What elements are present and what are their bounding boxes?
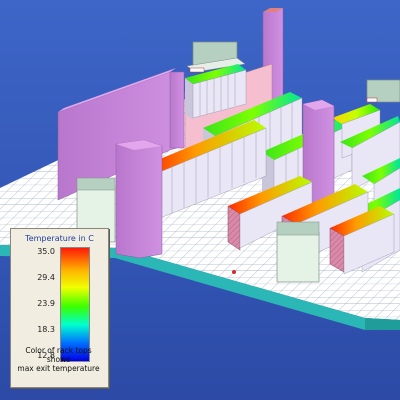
legend-title: Temperature in C: [25, 234, 94, 243]
legend-tick: 29.4: [37, 273, 55, 282]
legend-caption: Color of rack tops shows max exit temper…: [10, 346, 107, 373]
legend-caption-line: shows: [46, 355, 71, 364]
legend-tick: 18.3: [37, 325, 55, 334]
legend-tick: 23.9: [37, 299, 55, 308]
legend-tick-max: 35.0: [37, 247, 55, 256]
pillar-front: [115, 139, 163, 259]
crac-unit-front: [276, 221, 320, 283]
pillar-back: [169, 71, 185, 149]
crac-unit-right: [366, 79, 400, 103]
legend-caption-line: max exit temperature: [17, 364, 100, 373]
floor-marker: [232, 270, 236, 274]
legend-caption-line: Color of rack tops: [25, 346, 92, 355]
color-scale-bar: [60, 247, 90, 362]
